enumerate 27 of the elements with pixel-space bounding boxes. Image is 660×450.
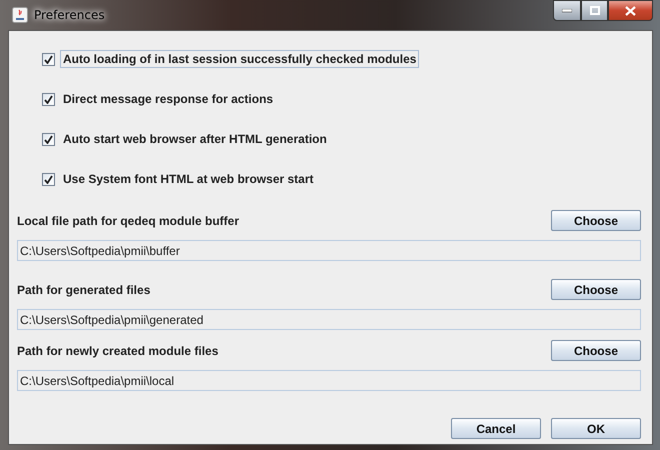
choose-button[interactable]: Choose (551, 210, 641, 231)
app-icon (12, 7, 28, 23)
checkbox-label[interactable]: Direct message response for actions (60, 90, 276, 108)
checkbox-label[interactable]: Use System font HTML at web browser start (60, 170, 316, 188)
checkbox[interactable] (42, 92, 55, 106)
cancel-button[interactable]: Cancel (451, 418, 541, 439)
maximize-icon (590, 6, 600, 15)
path-field[interactable]: C:\Users\Softpedia\pmii\local (17, 370, 641, 391)
close-icon (625, 6, 636, 16)
path-label: Path for generated files (17, 282, 150, 296)
choose-button[interactable]: Choose (551, 279, 641, 300)
checkbox-label[interactable]: Auto start web browser after HTML generation (60, 130, 330, 148)
checkbox[interactable] (42, 172, 55, 186)
minimize-button[interactable] (553, 0, 581, 21)
path-field[interactable]: C:\Users\Softpedia\pmii\buffer (17, 240, 641, 261)
checkbox-label[interactable]: Auto loading of in last session successfully checked modules (60, 50, 420, 68)
maximize-button[interactable] (581, 0, 608, 21)
path-field[interactable]: C:\Users\Softpedia\pmii\generated (17, 309, 641, 330)
ok-button[interactable]: OK (551, 418, 641, 439)
choose-button[interactable]: Choose (551, 340, 641, 361)
path-label: Local file path for qedeq module buffer (17, 214, 240, 228)
checkbox[interactable] (42, 132, 55, 146)
path-label: Path for newly created module files (17, 344, 218, 358)
window-title: Preferences (34, 8, 105, 22)
minimize-icon (562, 8, 572, 12)
checkbox[interactable] (42, 52, 55, 66)
close-button[interactable] (608, 0, 653, 21)
